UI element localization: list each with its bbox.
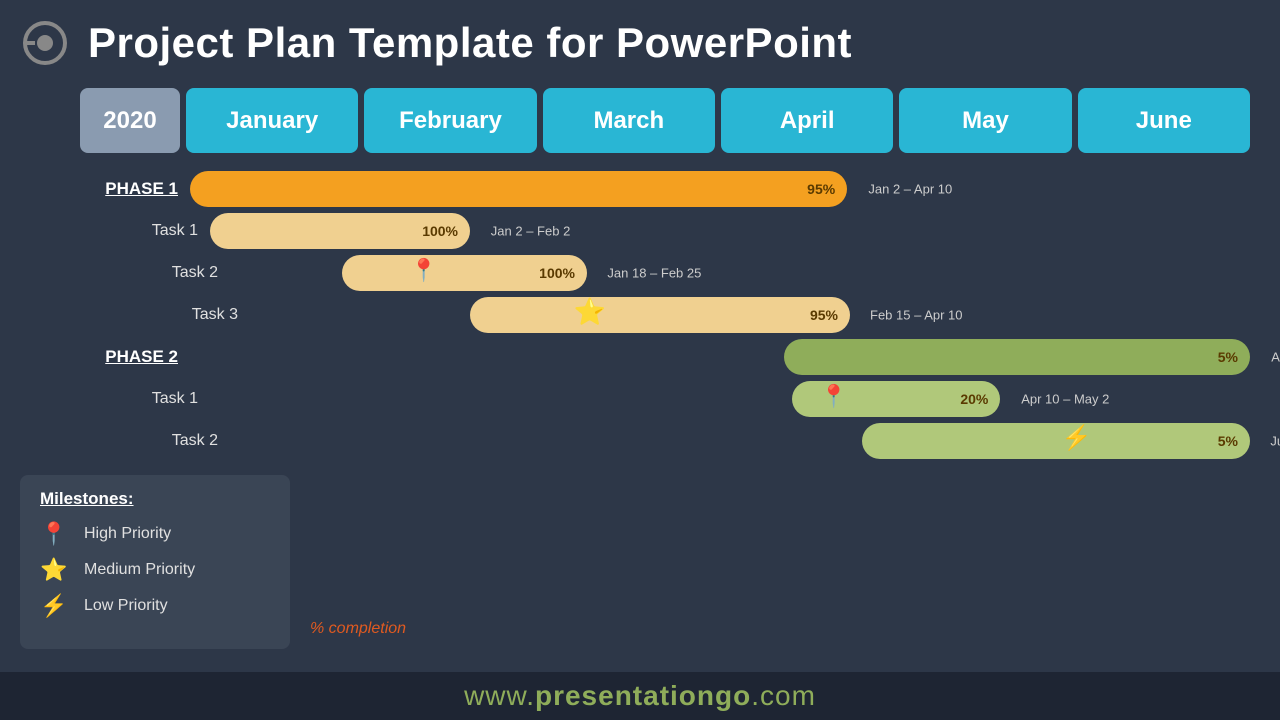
- phase1-date: Jan 2 – Apr 10: [868, 182, 952, 197]
- header-icon: [20, 18, 70, 68]
- legend-low-label: Low Priority: [84, 597, 168, 615]
- months-row: 2020 January February March April May Ju…: [80, 88, 1250, 153]
- phase2-task1-row: Task 1 20% 📍 Apr 10 – May 2: [100, 381, 1250, 417]
- phase2-task1-label: Task 1: [100, 390, 210, 408]
- phase1-task1-date: Jan 2 – Feb 2: [491, 224, 571, 239]
- footer-url: www.presentationgo.com: [464, 680, 816, 712]
- phase1-task2-bar: 100%: [342, 255, 587, 291]
- legend-medium: ⭐ Medium Priority: [40, 557, 270, 583]
- phase1-task3-bar: 95%: [470, 297, 850, 333]
- legend-low-icon: ⚡: [40, 593, 68, 619]
- phase1-task2-pct: 100%: [539, 265, 575, 281]
- phase2-bar-track: 5% Apr 10 – Jun 10: [190, 339, 1250, 375]
- page-title: Project Plan Template for PowerPoint: [88, 19, 852, 67]
- phase2-task2-row: Task 2 5% ⚡ Jul 20 – Jun 10: [120, 423, 1250, 459]
- phase2-row: PHASE 2 5% Apr 10 – Jun 10: [80, 339, 1250, 375]
- year-box: 2020: [80, 88, 180, 153]
- phase1-bar: 95%: [190, 171, 847, 207]
- phase2-task2-bar: 5%: [862, 423, 1250, 459]
- phase2-task1-track: 20% 📍 Apr 10 – May 2: [210, 381, 1250, 417]
- phase1-bar-track: 95% Jan 2 – Apr 10: [190, 171, 1250, 207]
- phase1-task3-label: Task 3: [140, 306, 250, 324]
- high-priority-icon-phase2-task1: 📍: [820, 383, 847, 409]
- phase1-task1-track: 100% Jan 2 – Feb 2: [210, 213, 1250, 249]
- phase2-bar: 5%: [784, 339, 1250, 375]
- header: Project Plan Template for PowerPoint: [0, 0, 1280, 78]
- phase2-task1-date: Apr 10 – May 2: [1021, 392, 1109, 407]
- phase2-task1-pct: 20%: [960, 391, 988, 407]
- phase2-task2-date: Jul 20 – Jun 10: [1270, 434, 1280, 449]
- phase2-task2-track: 5% ⚡ Jul 20 – Jun 10: [230, 423, 1250, 459]
- high-priority-icon-task2: 📍: [410, 257, 437, 283]
- phase2-pct: 5%: [1218, 349, 1238, 365]
- phase1-task1-pct: 100%: [422, 223, 458, 239]
- phase2-date: Apr 10 – Jun 10: [1271, 350, 1280, 365]
- phase2-task2-label: Task 2: [120, 432, 230, 450]
- phase2-task2-pct: 5%: [1218, 433, 1238, 449]
- month-jun: June: [1078, 88, 1250, 153]
- phase1-task3-pct: 95%: [810, 307, 838, 323]
- phase2-label: PHASE 2: [80, 347, 190, 367]
- completion-label: % completion: [310, 620, 406, 638]
- legend-low: ⚡ Low Priority: [40, 593, 270, 619]
- phase1-task1-bar: 100%: [210, 213, 470, 249]
- phase1-pct: 95%: [807, 181, 835, 197]
- legend-high-label: High Priority: [84, 525, 171, 543]
- legend-title: Milestones:: [40, 489, 270, 509]
- low-priority-icon-phase2-task2: ⚡: [1062, 424, 1092, 453]
- phase1-task2-row: Task 2 100% 📍 Jan 18 – Feb 25: [120, 255, 1250, 291]
- phase1-label: PHASE 1: [80, 179, 190, 199]
- legend-medium-icon: ⭐: [40, 557, 68, 583]
- legend-box: Milestones: 📍 High Priority ⭐ Medium Pri…: [20, 475, 290, 649]
- phase1-task2-label: Task 2: [120, 264, 230, 282]
- phase1-task1-row: Task 1 100% Jan 2 – Feb 2: [100, 213, 1250, 249]
- month-may: May: [899, 88, 1071, 153]
- medium-priority-icon-task3: ⭐: [574, 296, 606, 327]
- legend-medium-label: Medium Priority: [84, 561, 195, 579]
- footer: www.presentationgo.com: [0, 672, 1280, 720]
- phase1-task2-date: Jan 18 – Feb 25: [607, 266, 701, 281]
- month-feb: February: [364, 88, 536, 153]
- phase1-task1-label: Task 1: [100, 222, 210, 240]
- phase1-task3-date: Feb 15 – Apr 10: [870, 308, 963, 323]
- phase1-task3-row: Task 3 95% ⭐ Feb 15 – Apr 10: [140, 297, 1250, 333]
- month-apr: April: [721, 88, 893, 153]
- legend-high-icon: 📍: [40, 521, 68, 547]
- gantt-area: PHASE 1 95% Jan 2 – Apr 10 Task 1 100% J…: [80, 171, 1250, 459]
- month-jan: January: [186, 88, 358, 153]
- legend-high: 📍 High Priority: [40, 521, 270, 547]
- phase1-row: PHASE 1 95% Jan 2 – Apr 10: [80, 171, 1250, 207]
- phase1-task2-track: 100% 📍 Jan 18 – Feb 25: [230, 255, 1250, 291]
- month-mar: March: [543, 88, 715, 153]
- phase1-task3-track: 95% ⭐ Feb 15 – Apr 10: [250, 297, 1250, 333]
